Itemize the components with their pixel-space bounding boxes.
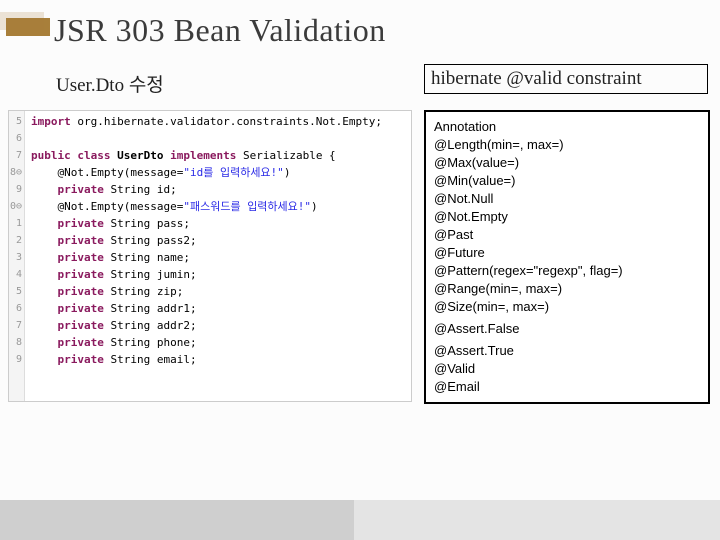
code-token: addr2; (157, 319, 197, 332)
code-token: String (110, 234, 150, 247)
line-number: 7 (9, 317, 22, 334)
code-token: pass2; (157, 234, 197, 247)
line-number: 6 (9, 130, 22, 147)
code-token: String (110, 183, 150, 196)
annotation-item: @Past (434, 226, 700, 244)
code-token: zip; (157, 285, 184, 298)
code-token: phone; (157, 336, 197, 349)
code-token: id; (157, 183, 177, 196)
line-number: 9 (9, 351, 22, 368)
code-gutter: 5 6 7 8⊖ 9 0⊖ 1 2 3 4 5 6 7 8 9 (9, 111, 25, 401)
code-token: implements (170, 149, 236, 162)
code-token: private (58, 336, 104, 349)
annotation-item: @Assert.False (434, 320, 700, 338)
code-token: String (110, 285, 150, 298)
subtitle-right-box: hibernate @valid constraint (424, 64, 708, 94)
annotation-list-box: Annotation @Length(min=, max=) @Max(valu… (424, 110, 710, 404)
code-token: import (31, 115, 71, 128)
annotation-item: Annotation (434, 118, 700, 136)
line-number: 8 (9, 334, 22, 351)
footer-strip-left (0, 500, 354, 540)
code-token: UserDto (117, 149, 163, 162)
code-token: public (31, 149, 71, 162)
code-token: String (110, 336, 150, 349)
slide: JSR 303 Bean Validation User.Dto 수정 hibe… (0, 0, 720, 540)
code-token: class (77, 149, 110, 162)
line-number: 7 (9, 147, 22, 164)
title-accent-bar (6, 18, 50, 36)
code-token: private (58, 183, 104, 196)
code-token: private (58, 353, 104, 366)
annotation-item: @Valid (434, 360, 700, 378)
code-token: ) (284, 166, 291, 179)
line-number: 0⊖ (9, 198, 22, 215)
annotation-item: @Max(value=) (434, 154, 700, 172)
code-token: @Not.Empty(message= (58, 200, 184, 213)
code-token: private (58, 285, 104, 298)
annotation-item: @Range(min=, max=) (434, 280, 700, 298)
code-token: "패스워드를 입력하세요!" (183, 200, 311, 213)
line-number: 1 (9, 215, 22, 232)
footer-strip (0, 500, 720, 540)
code-token: String (110, 353, 150, 366)
annotation-item: @Size(min=, max=) (434, 298, 700, 316)
code-token: org.hibernate.validator.constraints.Not.… (71, 115, 382, 128)
code-token: @Not.Empty(message= (58, 166, 184, 179)
line-number: 9 (9, 181, 22, 198)
code-token: addr1; (157, 302, 197, 315)
code-token: "id를 입력하세요!" (183, 166, 283, 179)
annotation-item: @Future (434, 244, 700, 262)
line-number: 3 (9, 249, 22, 266)
code-token: String (110, 251, 150, 264)
code-token: String (110, 319, 150, 332)
code-token: String (110, 268, 150, 281)
code-token: jumin; (157, 268, 197, 281)
line-number: 5 (9, 283, 22, 300)
line-number: 2 (9, 232, 22, 249)
annotation-item: @Not.Null (434, 190, 700, 208)
annotation-item: @Not.Empty (434, 208, 700, 226)
annotation-item: @Min(value=) (434, 172, 700, 190)
code-token: String (110, 302, 150, 315)
code-token: private (58, 234, 104, 247)
line-number: 5 (9, 113, 22, 130)
code-token: private (58, 251, 104, 264)
slide-title: JSR 303 Bean Validation (54, 12, 386, 49)
code-token: Serializable { (243, 149, 336, 162)
code-token: email; (157, 353, 197, 366)
footer-strip-right (354, 500, 720, 540)
code-token: private (58, 268, 104, 281)
code-pane: 5 6 7 8⊖ 9 0⊖ 1 2 3 4 5 6 7 8 9 import o… (8, 110, 412, 402)
code-token: name; (157, 251, 190, 264)
subtitle-left: User.Dto 수정 (56, 70, 164, 97)
line-number: 8⊖ (9, 164, 22, 181)
annotation-item: @Length(min=, max=) (434, 136, 700, 154)
annotation-item: @Pattern(regex="regexp", flag=) (434, 262, 700, 280)
code-token: pass; (157, 217, 190, 230)
code-token: String (110, 217, 150, 230)
annotation-item: @Email (434, 378, 700, 396)
line-number: 6 (9, 300, 22, 317)
line-number: 4 (9, 266, 22, 283)
annotation-item: @Assert.True (434, 342, 700, 360)
code-token: ) (311, 200, 318, 213)
code-body: import org.hibernate.validator.constrain… (31, 113, 382, 368)
code-token: private (58, 217, 104, 230)
code-token: private (58, 319, 104, 332)
code-token: private (58, 302, 104, 315)
